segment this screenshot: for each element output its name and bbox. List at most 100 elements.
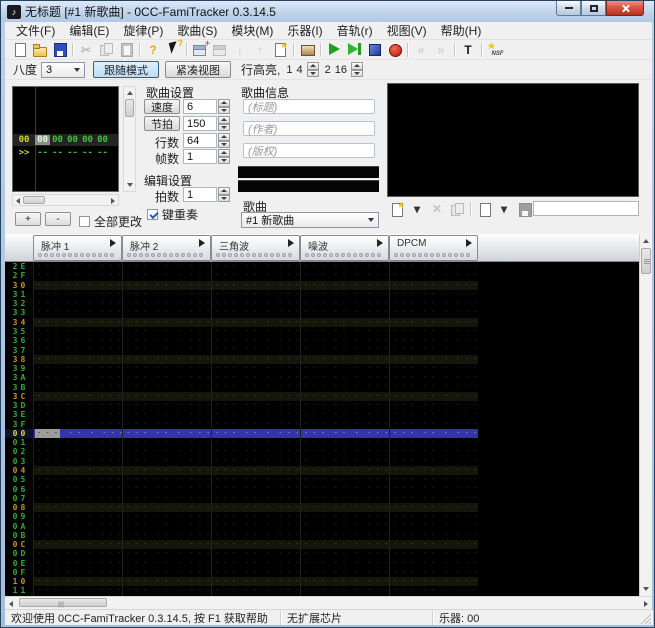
pattern-cell[interactable]: - - - - - - - - - xyxy=(211,429,300,438)
add-frame-button[interactable]: + xyxy=(190,41,210,59)
pattern-cell[interactable]: - - - - - - - - - xyxy=(33,540,122,549)
pattern-cell[interactable]: - - - - - - - - - xyxy=(122,281,211,290)
pattern-cell[interactable]: - - - - - - - - - xyxy=(300,420,389,429)
pattern-cell[interactable]: - - - - - - - - - xyxy=(211,364,300,373)
pattern-cell[interactable]: - - - - - - - - - xyxy=(33,373,122,382)
pattern-cell[interactable]: - - - - - - - - - xyxy=(389,429,478,438)
pattern-cell[interactable]: - - - - - - - - - xyxy=(211,373,300,382)
scroll-down-icon[interactable] xyxy=(643,587,649,591)
pattern-cell[interactable]: - - - - - - - - - xyxy=(389,299,478,308)
highlight-2-value[interactable]: 16 xyxy=(335,64,347,76)
pattern-cell[interactable]: - - - - - - - - - xyxy=(122,327,211,336)
pattern-cell[interactable]: - - - - - - - - - xyxy=(211,290,300,299)
pattern-cell[interactable]: - - - - - - - - - xyxy=(33,494,122,503)
pattern-cell[interactable]: - - - - - - - - - xyxy=(389,382,478,391)
pattern-cell[interactable]: - - - - - - - - - xyxy=(300,299,389,308)
channel-header[interactable]: DPCM xyxy=(389,235,478,261)
pattern-cell[interactable]: - - - - - - - - - xyxy=(300,559,389,568)
pattern-cell[interactable]: - - - - - - - - - xyxy=(122,290,211,299)
pattern-cell[interactable]: - - - - - - - - - xyxy=(211,559,300,568)
pattern-cell[interactable]: - - - - - - - - - xyxy=(300,308,389,317)
channel-expand-icon[interactable] xyxy=(377,239,383,247)
pattern-cell[interactable]: - - - - - - - - - xyxy=(300,484,389,493)
help-button[interactable]: ? xyxy=(143,41,163,59)
highlight-1-value[interactable]: 4 xyxy=(296,64,302,76)
pattern-cell[interactable]: - - - - - - - - - xyxy=(300,262,389,271)
pattern-cell[interactable]: - - - - - - - - - xyxy=(389,438,478,447)
pattern-cell[interactable]: - - - - - - - - - xyxy=(211,494,300,503)
pattern-cell[interactable]: - - - - - - - - - xyxy=(389,475,478,484)
pattern-cell[interactable]: - - - - - - - - - xyxy=(122,531,211,540)
pattern-cell[interactable]: - - - - - - - - - xyxy=(211,512,300,521)
pattern-cell[interactable]: - - - - - - - - - xyxy=(211,327,300,336)
channel-header[interactable]: 脉冲 2 xyxy=(122,235,211,261)
pattern-cell[interactable]: - - - - - - - - - xyxy=(122,420,211,429)
frame-pattern-index[interactable]: 00 xyxy=(65,135,80,145)
pattern-cell[interactable]: - - - - - - - - - xyxy=(300,373,389,382)
pattern-cell[interactable]: - - - - - - - - - xyxy=(33,281,122,290)
frame-pattern-index[interactable]: 00 xyxy=(80,135,95,145)
menu-item[interactable]: 编辑(E) xyxy=(62,21,116,40)
pattern-cell[interactable]: - - - - - - - - - xyxy=(300,364,389,373)
pattern-cell[interactable]: - - - - - - - - - xyxy=(122,262,211,271)
copyright-field[interactable]: (版权) xyxy=(243,143,375,158)
pattern-cell[interactable]: - - - - - - - - - xyxy=(389,540,478,549)
author-field[interactable]: (作者) xyxy=(243,121,375,136)
step-value[interactable]: 1 xyxy=(183,187,217,202)
pattern-cell[interactable]: - - - - - - - - - xyxy=(211,484,300,493)
pattern-cell[interactable]: - - - - - - - - - xyxy=(389,466,478,475)
compact-view-button[interactable]: 紧凑视图 xyxy=(165,61,231,78)
pattern-cell[interactable]: - - - - - - - - - xyxy=(300,494,389,503)
pattern-cell[interactable]: - - - - - - - - - xyxy=(122,549,211,558)
pattern-cell[interactable]: - - - - - - - - - xyxy=(211,281,300,290)
pattern-cell[interactable]: - - - - - - - - - xyxy=(33,364,122,373)
pattern-cell[interactable]: - - - - - - - - - xyxy=(389,568,478,577)
scroll-up-icon[interactable] xyxy=(643,239,649,243)
pattern-cell[interactable]: - - - - - - - - - xyxy=(300,355,389,364)
menu-item[interactable]: 音轨(r) xyxy=(330,21,380,40)
pattern-cell[interactable]: - - - - - - - - - xyxy=(122,345,211,354)
title-bar[interactable]: ♪ 无标题 [#1 新歌曲] - 0CC-FamiTracker 0.3.14.… xyxy=(1,1,654,22)
pattern-cell[interactable]: - - - - - - - - - xyxy=(300,318,389,327)
frame-pattern-index[interactable]: 00 xyxy=(95,135,110,145)
pattern-cell[interactable]: - - - - - - - - - xyxy=(389,373,478,382)
new-file-button[interactable] xyxy=(9,41,29,59)
scrollbar-thumb[interactable] xyxy=(125,99,134,117)
pattern-cell[interactable]: - - - - - - - - - xyxy=(122,382,211,391)
change-all-checkbox-row[interactable]: 全部更改 xyxy=(79,213,142,230)
pattern-cell[interactable]: - - - - - - - - - xyxy=(300,382,389,391)
pattern-cell[interactable]: - - - - - - - - - xyxy=(300,568,389,577)
pattern-cell[interactable]: - - - - - - - - - xyxy=(122,299,211,308)
pattern-cell[interactable]: - - - - - - - - - xyxy=(389,484,478,493)
scroll-right-icon[interactable] xyxy=(111,198,115,204)
pattern-cell[interactable]: - - - - - - - - - xyxy=(300,447,389,456)
pattern-editor[interactable]: 脉冲 1脉冲 2三角波噪波DPCM 2E- - - - - - - - -- -… xyxy=(5,234,652,596)
pattern-cell[interactable]: - - - - - - - - - xyxy=(300,586,389,595)
frame-pattern-index[interactable]: 00 xyxy=(35,135,50,145)
tempo-spinner[interactable] xyxy=(218,116,230,131)
pattern-cell[interactable]: - - - - - - - - - xyxy=(389,512,478,521)
pattern-vertical-scrollbar[interactable] xyxy=(639,234,652,596)
pattern-cell[interactable]: - - - - - - - - - xyxy=(122,392,211,401)
add-frame-button[interactable]: + xyxy=(15,212,41,226)
pattern-cell[interactable]: - - - - - - - - - xyxy=(211,271,300,280)
step-spinner[interactable] xyxy=(218,187,230,202)
speed-button[interactable]: 速度 xyxy=(144,99,180,114)
pattern-cell[interactable]: - - - - - - - - - xyxy=(300,475,389,484)
change-all-checkbox[interactable] xyxy=(79,216,90,227)
pattern-cell[interactable]: - - - - - - - - - xyxy=(211,401,300,410)
stop-button[interactable] xyxy=(364,41,384,59)
new-instrument-button[interactable] xyxy=(387,200,407,218)
pattern-cell[interactable]: - - - - - - - - - xyxy=(389,327,478,336)
pattern-cell[interactable]: - - - - - - - - - xyxy=(389,531,478,540)
scroll-up-icon[interactable] xyxy=(127,91,133,95)
pattern-cell[interactable]: - - - - - - - - - xyxy=(300,457,389,466)
key-repeat-row[interactable]: 键重奏 xyxy=(147,206,198,223)
song-select[interactable]: #1 新歌曲 xyxy=(241,212,379,228)
pattern-cell[interactable]: - - - - - - - - - xyxy=(33,318,122,327)
pattern-cell[interactable]: - - - - - - - - - xyxy=(122,540,211,549)
pattern-cell[interactable]: - - - - - - - - - xyxy=(33,271,122,280)
pattern-cell[interactable]: - - - - - - - - - xyxy=(122,271,211,280)
pattern-cell[interactable]: - - - - - - - - - xyxy=(122,586,211,595)
pattern-cell[interactable]: - - - - - - - - - xyxy=(33,586,122,595)
